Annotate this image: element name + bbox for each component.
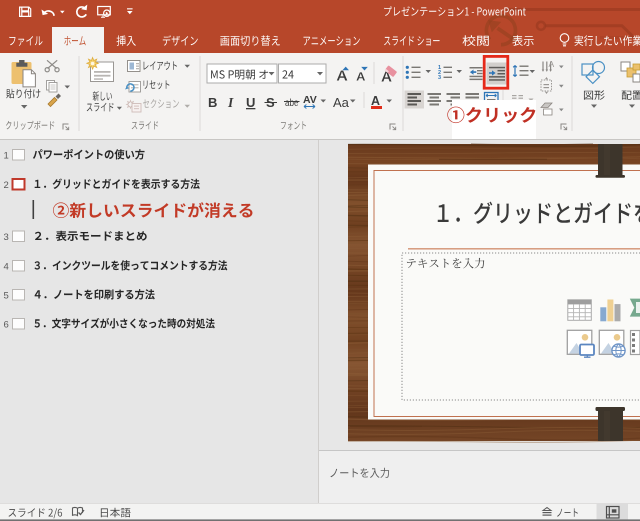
svg-text:AV: AV bbox=[303, 94, 317, 106]
svg-text:B: B bbox=[208, 95, 217, 110]
svg-text:U: U bbox=[246, 95, 255, 110]
svg-text:A: A bbox=[549, 59, 555, 69]
svg-text:2: 2 bbox=[4, 180, 9, 191]
svg-text:5: 5 bbox=[4, 291, 9, 302]
svg-text:1: 1 bbox=[4, 151, 9, 162]
svg-text:4: 4 bbox=[4, 262, 9, 273]
svg-text:abe: abe bbox=[285, 97, 299, 109]
svg-text:3: 3 bbox=[4, 232, 9, 243]
svg-text:I: I bbox=[227, 95, 234, 110]
svg-text:3: 3 bbox=[438, 75, 441, 81]
svg-text:Aa: Aa bbox=[333, 95, 350, 110]
svg-text:6: 6 bbox=[4, 320, 9, 331]
svg-text:A: A bbox=[371, 94, 380, 108]
